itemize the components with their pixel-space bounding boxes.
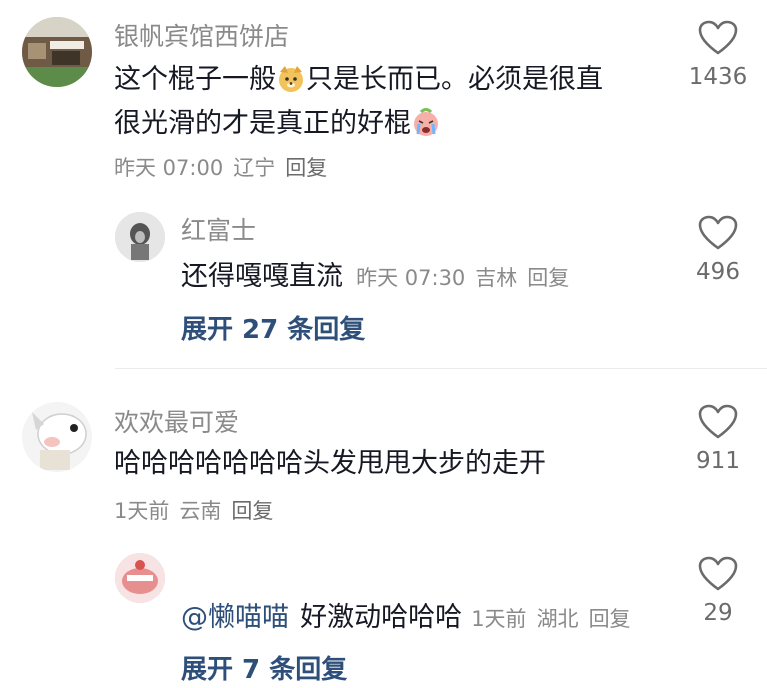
comment-time: 1天前 bbox=[114, 499, 170, 523]
reply-time: 1天前 bbox=[471, 607, 527, 631]
expand-replies-button[interactable]: 展开 27 条回复 bbox=[181, 312, 365, 348]
reply-line: @懒喵喵 好激动哈哈哈 1天前 湖北 回复 bbox=[181, 596, 631, 640]
reply-text: 还得嘎嘎直流 bbox=[181, 261, 343, 292]
dog-face-emoji bbox=[276, 64, 306, 94]
reply-time: 昨天 07:30 bbox=[356, 266, 466, 290]
like-count: 911 bbox=[696, 448, 740, 474]
reply-line: 还得嘎嘎直流 昨天 07:30 吉林 回复 bbox=[181, 255, 569, 299]
like-count: 29 bbox=[703, 600, 733, 626]
like-button[interactable]: 496 bbox=[673, 215, 763, 295]
avatar[interactable] bbox=[22, 17, 92, 87]
like-button[interactable]: 911 bbox=[673, 404, 763, 484]
reply-text: 好激动哈哈哈 bbox=[300, 602, 463, 633]
avatar[interactable] bbox=[22, 402, 92, 472]
heart-outline-icon[interactable] bbox=[698, 215, 738, 251]
reply-location: 湖北 bbox=[536, 607, 579, 631]
like-count: 1436 bbox=[688, 64, 748, 90]
comment-username[interactable]: 欢欢最可爱 bbox=[114, 406, 239, 440]
comment-location: 云南 bbox=[179, 499, 222, 523]
comment-text: 哈哈哈哈哈哈哈头发甩甩大步的走开 bbox=[114, 448, 546, 479]
comment-location: 辽宁 bbox=[233, 156, 276, 180]
avatar[interactable] bbox=[115, 212, 165, 262]
comment-time: 昨天 07:00 bbox=[114, 156, 224, 180]
reply-button[interactable]: 回复 bbox=[285, 156, 327, 180]
reply-username[interactable]: 红富士 bbox=[181, 214, 256, 248]
comment-text-segment: 只是长而已。必须是很直 bbox=[306, 64, 603, 95]
heart-outline-icon[interactable] bbox=[698, 556, 738, 592]
expand-replies-button[interactable]: 展开 7 条回复 bbox=[181, 652, 347, 688]
heart-outline-icon[interactable] bbox=[698, 404, 738, 440]
like-button[interactable]: 29 bbox=[673, 556, 763, 636]
reply-mention[interactable]: @懒喵喵 bbox=[181, 602, 289, 633]
avatar[interactable] bbox=[115, 553, 165, 603]
comment-text: 这个棍子一般 只是长而已。必须是很直 很光滑的才是真正的好棍 bbox=[114, 58, 603, 146]
crying-face-emoji bbox=[411, 108, 441, 138]
reply-button[interactable]: 回复 bbox=[589, 607, 631, 631]
comment-username[interactable]: 银帆宾馆西饼店 bbox=[114, 20, 289, 54]
reply-button[interactable]: 回复 bbox=[527, 266, 569, 290]
reply-location: 吉林 bbox=[475, 266, 518, 290]
like-count: 496 bbox=[696, 259, 740, 285]
like-button[interactable]: 1436 bbox=[673, 20, 763, 100]
reply-button[interactable]: 回复 bbox=[231, 499, 273, 523]
comment-meta: 1天前 云南 回复 bbox=[114, 496, 273, 526]
comment-text-segment: 很光滑的才是真正的好棍 bbox=[114, 108, 411, 139]
heart-outline-icon[interactable] bbox=[698, 20, 738, 56]
comment-text-segment: 这个棍子一般 bbox=[114, 64, 276, 95]
comment-meta: 昨天 07:00 辽宁 回复 bbox=[114, 153, 327, 183]
divider bbox=[115, 368, 767, 369]
